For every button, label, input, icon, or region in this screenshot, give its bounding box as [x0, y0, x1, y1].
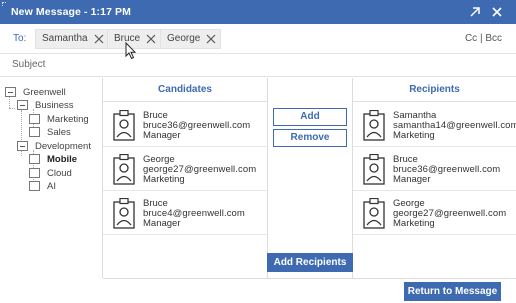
- tree-node-label: Development: [35, 141, 91, 152]
- to-row: To: Samantha Bruce George Cc | Bcc: [0, 24, 516, 54]
- return-to-message-button[interactable]: Return to Message: [404, 282, 501, 301]
- remove-chip-icon[interactable]: [146, 34, 156, 44]
- expand-icon[interactable]: [467, 4, 483, 20]
- tree-node-label: Mobile: [47, 154, 78, 165]
- drag-grip-icon[interactable]: [2, 2, 6, 6]
- candidate-role: Manager: [143, 218, 181, 229]
- recipient-role: Marketing: [393, 130, 435, 141]
- id-badge-icon: [363, 110, 385, 141]
- candidate-role: Manager: [143, 130, 181, 141]
- tree-node-label: Marketing: [47, 114, 89, 125]
- cc-bcc-link[interactable]: Cc | Bcc: [465, 33, 502, 44]
- folder-icon: [29, 168, 40, 178]
- recipient-role: Manager: [393, 174, 431, 185]
- collapse-icon[interactable]: [17, 100, 28, 110]
- candidates-panel: Candidates Bruce bruce36@greenwell.com M…: [103, 78, 268, 278]
- recipient-chip-george[interactable]: George: [160, 29, 222, 49]
- title-bar: New Message - 1:17 PM: [0, 0, 516, 24]
- folder-icon: [29, 181, 40, 191]
- candidate-role: Marketing: [143, 174, 185, 185]
- folder-icon: [29, 114, 40, 124]
- chip-label: George: [167, 33, 201, 44]
- id-badge-icon: [363, 198, 385, 229]
- window-title: New Message - 1:17 PM: [11, 6, 131, 18]
- org-tree: Greenwell Business Marketing Sales Devel…: [0, 78, 103, 278]
- remove-chip-icon[interactable]: [94, 34, 104, 44]
- folder-icon: [29, 127, 40, 137]
- recipient-card[interactable]: Bruce bruce36@greenwell.com Manager: [353, 147, 516, 191]
- recipients-panel: Recipients Samantha samantha14@greenwell…: [352, 78, 516, 278]
- subject-field[interactable]: Subject: [12, 59, 45, 70]
- tree-node-label: AI: [47, 181, 56, 192]
- tree-node-label: Sales: [47, 127, 71, 138]
- close-icon[interactable]: [489, 4, 505, 20]
- to-label: To:: [13, 33, 27, 44]
- id-badge-icon: [363, 154, 385, 185]
- tree-node-label: Business: [35, 100, 74, 111]
- recipient-card[interactable]: George george27@greenwell.com Marketing: [353, 191, 516, 235]
- add-recipients-button[interactable]: Add Recipients: [267, 253, 353, 272]
- remove-chip-icon[interactable]: [206, 34, 216, 44]
- candidates-header: Candidates: [103, 78, 267, 102]
- tree-node-label: Greenwell: [23, 87, 66, 98]
- collapse-icon[interactable]: [17, 141, 28, 151]
- id-badge-icon: [113, 110, 135, 141]
- chip-label: Samantha: [42, 33, 88, 44]
- folder-icon: [29, 154, 40, 164]
- footer-divider: [103, 278, 516, 279]
- id-badge-icon: [113, 154, 135, 185]
- collapse-icon[interactable]: [5, 87, 16, 97]
- candidate-card[interactable]: Bruce bruce36@greenwell.com Manager: [103, 103, 267, 147]
- candidate-card[interactable]: Bruce bruce4@greenwell.com Manager: [103, 191, 267, 235]
- transfer-actions: Add Remove: [268, 78, 352, 278]
- subject-row[interactable]: Subject: [0, 55, 516, 77]
- candidate-card[interactable]: George george27@greenwell.com Marketing: [103, 147, 267, 191]
- recipients-header: Recipients: [353, 78, 516, 102]
- add-button[interactable]: Add: [273, 108, 347, 126]
- id-badge-icon: [113, 198, 135, 229]
- remove-button[interactable]: Remove: [273, 129, 347, 147]
- recipient-card[interactable]: Samantha samantha14@greenwell.com Market…: [353, 103, 516, 147]
- recipient-role: Marketing: [393, 218, 435, 229]
- tree-node-label: Cloud: [47, 168, 72, 179]
- mouse-cursor-icon: [125, 42, 137, 60]
- recipient-chip-samantha[interactable]: Samantha: [35, 29, 109, 49]
